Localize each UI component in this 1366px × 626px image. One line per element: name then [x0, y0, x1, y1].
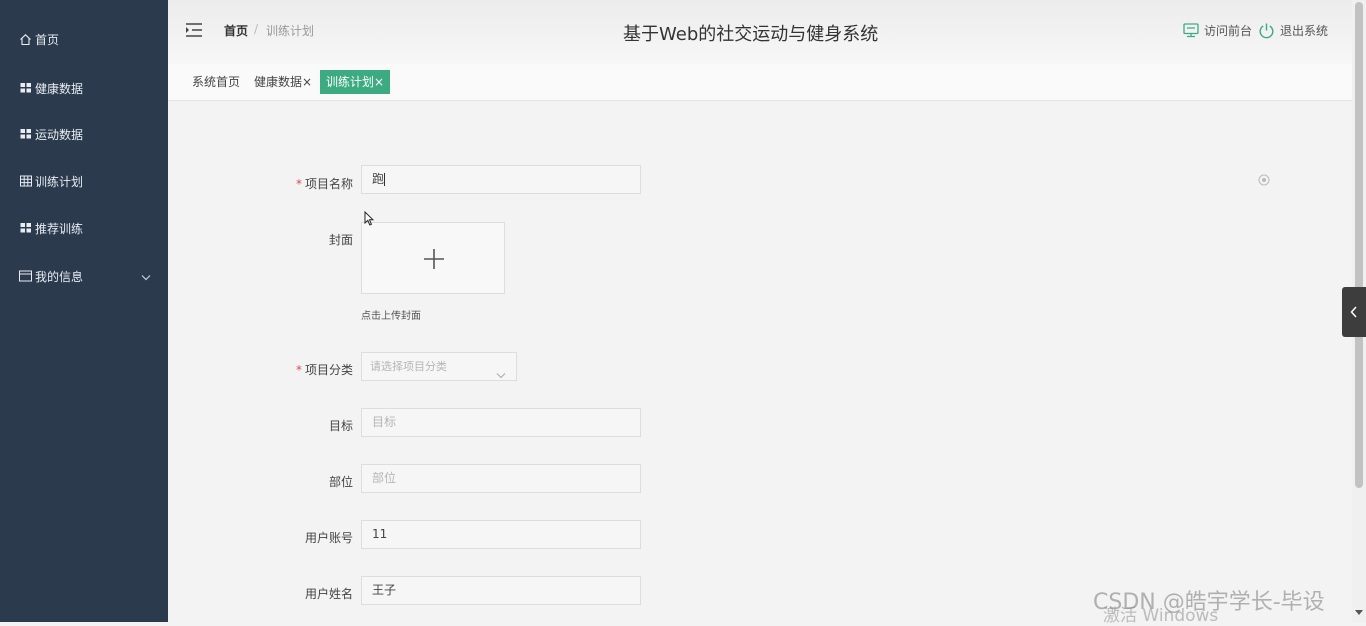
grid-icon	[19, 128, 32, 141]
category-label: * 项目分类	[295, 363, 353, 377]
chevron-left-icon	[1350, 306, 1357, 318]
visit-frontend-label: 访问前台	[1204, 24, 1253, 38]
plus-icon	[424, 249, 444, 269]
user-name-label: 用户姓名	[304, 587, 353, 601]
required-mark: *	[295, 177, 302, 191]
grid-icon	[19, 222, 32, 235]
sidebar-item-label: 推荐训练	[35, 221, 84, 236]
part-label: 部位	[328, 475, 353, 489]
power-icon	[1259, 23, 1274, 39]
goal-input[interactable]: 目标	[361, 408, 641, 437]
sidebar-item-label: 首页	[35, 32, 60, 47]
sidebar-item-training-plan[interactable]: 训练计划	[0, 161, 168, 201]
tab-label: 健康数据	[254, 75, 303, 89]
project-name-input[interactable]: 跑	[361, 165, 641, 194]
sidebar: 首页 健康数据 运动数据 训练计划 推荐训练 我的信息	[0, 0, 168, 622]
user-account-label: 用户账号	[304, 531, 353, 545]
breadcrumb-separator: /	[254, 22, 259, 36]
scrollbar-thumb[interactable]	[1355, 2, 1363, 488]
header: 首页 / 训练计划 基于Web的社交运动与健身系统 访问前台 退出系统	[168, 0, 1352, 64]
chevron-down-icon	[141, 270, 151, 284]
cover-upload-box[interactable]	[361, 222, 505, 294]
sidebar-item-label: 运动数据	[35, 127, 84, 142]
sidebar-item-label: 我的信息	[35, 269, 84, 284]
tab-close-icon[interactable]: ×	[302, 75, 312, 89]
tab-bar: 系统首页 健康数据× 训练计划×	[168, 64, 1352, 101]
part-input[interactable]: 部位	[361, 464, 641, 493]
sidebar-item-sport-data[interactable]: 运动数据	[0, 114, 168, 154]
tab-training-plan[interactable]: 训练计划×	[320, 70, 391, 94]
app-title: 基于Web的社交运动与健身系统	[623, 24, 879, 45]
card-icon	[19, 270, 32, 283]
cover-label: 封面	[328, 233, 353, 247]
form-area: * 项目名称 跑 封面 点击上传封面 * 项目分类 请选择项目分类 目标 目标 部位…	[168, 101, 1352, 622]
side-panel-toggle[interactable]	[1342, 287, 1366, 337]
goal-label: 目标	[328, 419, 353, 433]
sidebar-item-label: 训练计划	[35, 174, 84, 189]
sidebar-item-home[interactable]: 首页	[0, 19, 168, 59]
sidebar-item-my-info[interactable]: 我的信息	[0, 256, 168, 296]
cover-upload-hint: 点击上传封面	[361, 311, 421, 322]
tab-close-icon[interactable]: ×	[374, 75, 384, 89]
table-icon	[19, 175, 32, 188]
project-name-label: * 项目名称	[295, 177, 353, 191]
chevron-down-icon	[496, 362, 506, 389]
category-select[interactable]: 请选择项目分类	[361, 352, 517, 381]
monitor-icon	[1183, 23, 1199, 38]
windows-activation-watermark: 激活 Windows	[1103, 606, 1219, 626]
clear-circle-icon[interactable]	[1258, 174, 1270, 189]
text-caret	[384, 173, 386, 186]
home-icon	[19, 33, 32, 46]
tab-label: 训练计划	[326, 75, 375, 89]
user-account-input[interactable]: 11	[361, 520, 641, 549]
logout-button[interactable]: 退出系统	[1258, 22, 1328, 39]
tab-system-home[interactable]: 系统首页	[188, 70, 244, 94]
menu-toggle-icon[interactable]	[185, 22, 203, 38]
breadcrumb-current: 训练计划	[266, 24, 315, 38]
sidebar-item-recommended-training[interactable]: 推荐训练	[0, 208, 168, 248]
mouse-cursor-icon	[364, 210, 375, 229]
sidebar-item-health-data[interactable]: 健康数据	[0, 68, 168, 108]
grid-icon	[19, 82, 32, 95]
sidebar-item-label: 健康数据	[35, 81, 84, 96]
user-name-input[interactable]: 王子	[361, 576, 641, 605]
breadcrumb-home[interactable]: 首页	[224, 22, 248, 39]
required-mark: *	[295, 363, 302, 377]
logout-label: 退出系统	[1280, 24, 1329, 38]
tab-label: 系统首页	[192, 75, 241, 89]
tab-health-data[interactable]: 健康数据×	[250, 70, 316, 94]
scroll-down-arrow-icon[interactable]	[1355, 610, 1363, 616]
visit-frontend-button[interactable]: 访问前台	[1183, 22, 1252, 39]
